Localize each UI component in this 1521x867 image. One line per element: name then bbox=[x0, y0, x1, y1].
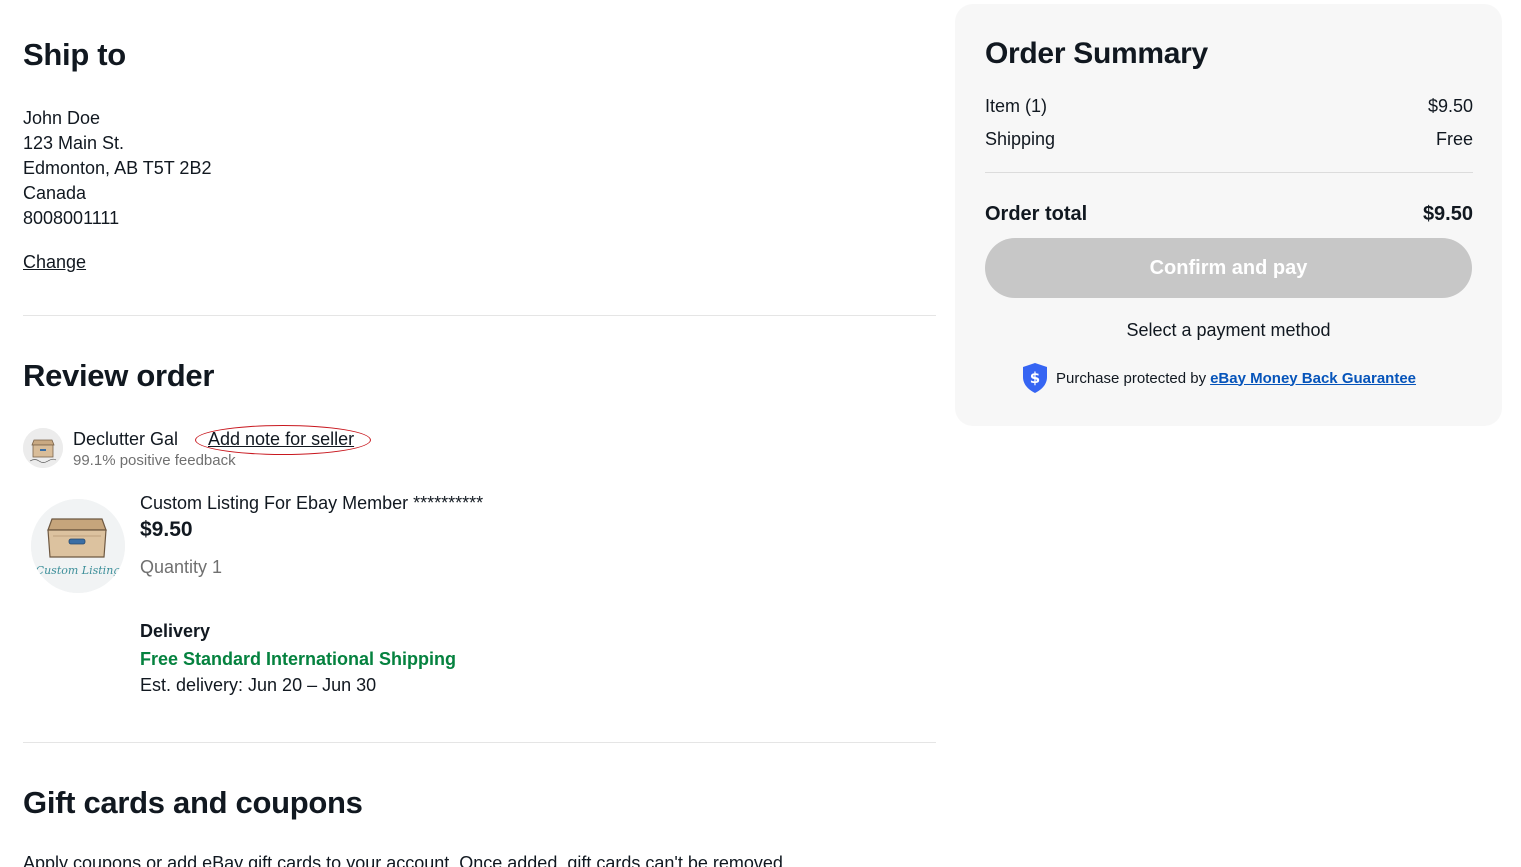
address-country: Canada bbox=[23, 183, 87, 203]
checkout-page: Ship to John Doe 123 Main St. Edmonton, … bbox=[0, 0, 1521, 867]
dollar-shield-icon: $ bbox=[1023, 363, 1047, 393]
payment-method-hint: Select a payment method bbox=[1126, 320, 1331, 340]
delivery-method: Free Standard International Shipping bbox=[140, 649, 457, 669]
item-image-caption: Custom Listing bbox=[36, 564, 121, 577]
purchase-protection: $ Purchase protected by eBay Money Back … bbox=[1021, 362, 1416, 394]
summary-item-label: Item (1) bbox=[985, 96, 1048, 116]
item-price: $9.50 bbox=[140, 518, 193, 541]
delivery-estimate: Est. delivery: Jun 20 – Jun 30 bbox=[140, 675, 377, 695]
gift-cards-description: Apply coupons or add eBay gift cards to … bbox=[23, 853, 788, 867]
ship-to-title: Ship to bbox=[23, 37, 126, 72]
seller-row: Declutter Gal Add note for seller 99.1% … bbox=[23, 425, 623, 470]
address-phone: 8008001111 bbox=[23, 208, 120, 228]
section-divider bbox=[23, 315, 936, 316]
review-order-title: Review order bbox=[23, 358, 215, 393]
summary-shipping-label: Shipping bbox=[985, 129, 1056, 149]
section-divider bbox=[23, 742, 936, 743]
item-quantity: Quantity 1 bbox=[140, 557, 223, 577]
change-address-link[interactable]: Change bbox=[23, 252, 86, 273]
address-city: Edmonton, AB T5T 2B2 bbox=[23, 158, 212, 178]
custom-listing-box-icon[interactable]: Custom Listing bbox=[31, 499, 125, 593]
add-note-for-seller-link[interactable]: Add note for seller bbox=[208, 429, 354, 450]
summary-item-value: $9.50 bbox=[1427, 96, 1473, 116]
gift-cards-title: Gift cards and coupons bbox=[23, 785, 363, 820]
order-total-label: Order total bbox=[985, 203, 1088, 225]
svg-text:$: $ bbox=[1030, 369, 1040, 387]
order-total-value: $9.50 bbox=[1422, 203, 1473, 225]
confirm-and-pay-button[interactable]: Confirm and pay bbox=[985, 238, 1472, 298]
order-summary-title: Order Summary bbox=[985, 37, 1208, 70]
address-name: John Doe bbox=[23, 108, 101, 128]
summary-shipping-value: Free bbox=[1435, 129, 1473, 149]
seller-feedback: 99.1% positive feedback bbox=[73, 452, 236, 469]
seller-box-avatar-icon bbox=[23, 428, 63, 468]
delivery-label: Delivery bbox=[140, 621, 211, 641]
summary-divider bbox=[985, 172, 1473, 173]
item-title[interactable]: Custom Listing For Ebay Member *********… bbox=[140, 493, 483, 514]
seller-name[interactable]: Declutter Gal bbox=[73, 429, 178, 450]
money-back-guarantee-link[interactable]: eBay Money Back Guarantee bbox=[1210, 370, 1416, 387]
address-street: 123 Main St. bbox=[23, 133, 125, 153]
protection-text: Purchase protected by bbox=[1056, 369, 1207, 387]
order-summary-panel: Order Summary Item (1) $9.50 Shipping Fr… bbox=[955, 4, 1502, 426]
shipping-address: John Doe 123 Main St. Edmonton, AB T5T 2… bbox=[23, 106, 211, 231]
